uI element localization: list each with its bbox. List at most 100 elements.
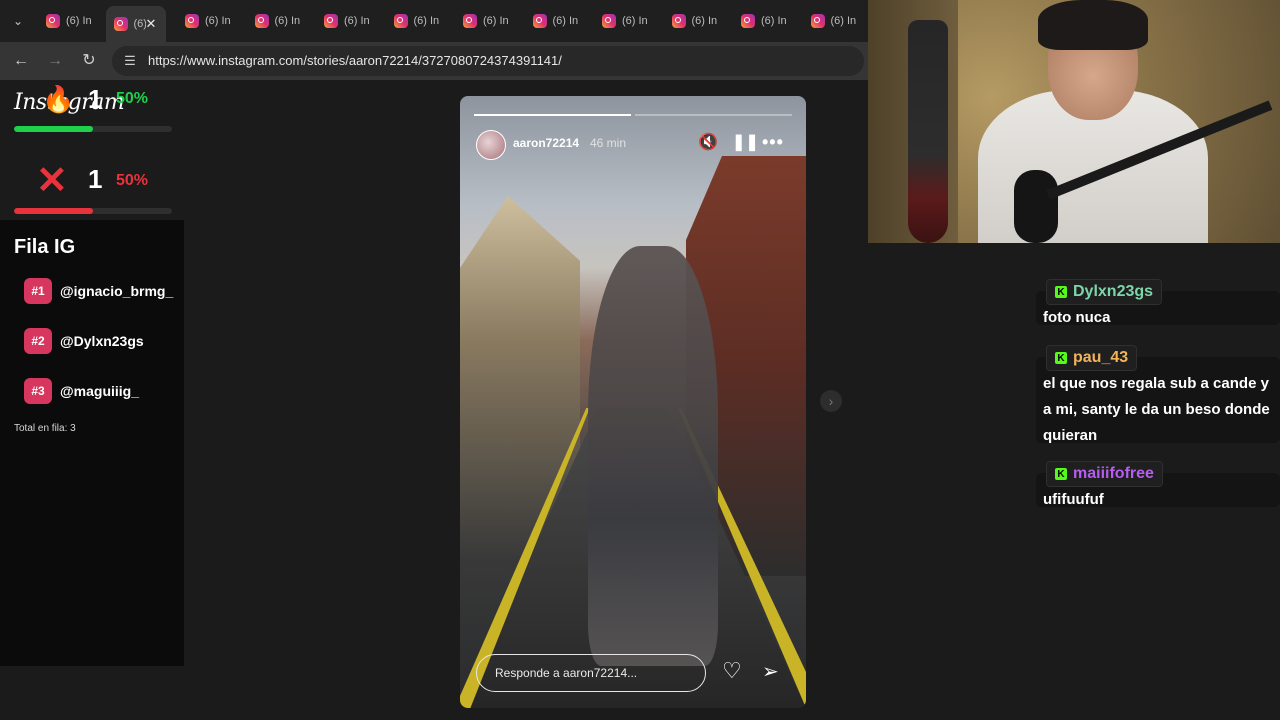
browser-tab[interactable]: (6) In: [455, 8, 519, 34]
ig-percent: 50%: [116, 90, 149, 107]
queue-total: Total en fila: 3: [14, 423, 76, 434]
next-story-arrow-icon[interactable]: ›: [820, 390, 842, 412]
x-icon: ✕: [36, 160, 68, 202]
queue-username: @ignacio_brmg_: [60, 283, 174, 299]
chat-username[interactable]: maiiifofree: [1073, 465, 1154, 483]
chat-text: ufifuufuf: [1043, 491, 1104, 508]
reply-input[interactable]: [476, 654, 706, 692]
browser-tab[interactable]: (6) In: [594, 8, 658, 34]
site-settings-icon[interactable]: ☰: [122, 53, 138, 69]
queue-rank-badge: #2: [24, 328, 52, 354]
queue-rank-badge: #1: [24, 278, 52, 304]
tab-title: (6) In: [66, 15, 92, 27]
chat-user-tag[interactable]: K Dylxn23gs: [1046, 279, 1163, 305]
tab-title: (6) In: [622, 15, 648, 27]
chat-user-tag[interactable]: Kpau_43: [1046, 345, 1138, 371]
forward-icon[interactable]: →: [44, 51, 66, 71]
ig-count: 1: [88, 84, 103, 114]
fire-icon: 🔥: [42, 84, 75, 114]
instagram-favicon-icon: [113, 17, 128, 31]
ig-progress-fill: [14, 126, 93, 132]
tab-title: (6) In: [413, 15, 440, 27]
chat-user-tag[interactable]: Kmaiiifofree: [1046, 461, 1163, 487]
instagram-favicon-icon: [254, 14, 269, 28]
instagram-favicon-icon: [46, 14, 60, 28]
queue-item: #2 @Dylxn23gs: [24, 328, 144, 354]
chat-message: Kpau_43 el que nos regala sub a cande y a…: [1036, 345, 1280, 444]
omnibox[interactable]: ☰ https://www.instagram.com/stories/aaro…: [112, 46, 864, 76]
webcam-microphone: [1014, 170, 1058, 243]
tab-title: (6) In: [761, 15, 787, 27]
stats-overlay: Instagram 🔥 1 50% ✕ 1 50%: [0, 80, 184, 220]
webcam-guitar: [908, 20, 948, 243]
instagram-favicon-icon: [810, 14, 825, 28]
tab-close-icon[interactable]: ✕: [146, 16, 157, 32]
tab-title: (6) In: [205, 15, 231, 27]
chat-message: K Dylxn23gs foto nuca: [1036, 279, 1280, 326]
kick-badge-icon: K: [1055, 468, 1067, 480]
story-progress-segment: [474, 114, 631, 116]
story-avatar[interactable]: [476, 130, 506, 160]
pause-icon[interactable]: ❚❚: [732, 132, 759, 152]
queue-item: #1 @ignacio_brmg_: [24, 278, 173, 304]
tab-title: (6) In: [483, 15, 509, 27]
story-viewer[interactable]: aaron72214 46 min 🔇 ❚❚ ••• ♡ ➢: [460, 96, 806, 708]
chat-username[interactable]: pau_43: [1073, 349, 1128, 367]
tab-title: (6) In: [691, 15, 718, 27]
browser-tab[interactable]: (6) In: [38, 8, 102, 34]
instagram-favicon-icon: [324, 14, 338, 28]
reload-icon[interactable]: ↻: [78, 51, 100, 71]
chat-panel: K Dylxn23gs foto nuca Kpau_43 el que nos reg…: [868, 243, 1280, 720]
browser-tab[interactable]: (6) In: [664, 8, 728, 34]
url-text[interactable]: https://www.instagram.com/stories/aaron7…: [148, 53, 562, 68]
x-progress-fill: [14, 208, 93, 214]
like-heart-icon[interactable]: ♡: [722, 658, 742, 684]
story-progress-segment: [635, 114, 792, 116]
tab-title: (6) In: [344, 15, 370, 27]
browser-tab[interactable]: (6) In: [525, 8, 589, 34]
story-username[interactable]: aaron72214: [513, 136, 579, 150]
tab-bar: ⌄ (6) In (6) I✕ (6) In (6) In (6) In (6) In (6…: [0, 0, 868, 42]
tab-title: (6) In: [830, 15, 857, 27]
chat-message: Kmaiiifofree ufifuufuf: [1036, 461, 1280, 508]
queue-panel: Fila IG #1 @ignacio_brmg_ #2 @Dylxn23gs #3 @m…: [0, 220, 184, 666]
browser-tab[interactable]: (6) In: [386, 8, 450, 34]
queue-rank-badge: #3: [24, 378, 52, 404]
story-time: 46 min: [590, 136, 627, 150]
kick-badge-icon: K: [1055, 352, 1067, 364]
more-options-icon[interactable]: •••: [762, 132, 784, 153]
story-photo-person: [588, 246, 718, 666]
chat-text: foto nuca: [1043, 309, 1111, 326]
address-bar: ← → ↻ ☰ https://www.instagram.com/storie…: [0, 42, 868, 80]
x-percent: 50%: [116, 172, 149, 189]
instagram-favicon-icon: [741, 14, 755, 28]
x-count: 1: [88, 164, 103, 194]
instagram-favicon-icon: [602, 14, 616, 28]
browser-tab[interactable]: (6) In: [247, 8, 311, 34]
tab-search-icon[interactable]: ⌄: [8, 11, 28, 31]
browser-tab[interactable]: (6) In: [733, 8, 797, 34]
instagram-favicon-icon: [532, 14, 547, 28]
send-icon[interactable]: ➢: [762, 659, 779, 684]
x-progress-bar: [14, 208, 172, 214]
webcam-hair: [1038, 0, 1148, 50]
queue-item: #3 @maguiiig_: [24, 378, 139, 404]
chat-username[interactable]: Dylxn23gs: [1073, 283, 1153, 301]
tab-title: (6) I: [133, 18, 146, 30]
back-icon[interactable]: ←: [10, 51, 32, 71]
browser-tab[interactable]: (6) I✕: [105, 6, 166, 42]
instagram-favicon-icon: [463, 14, 477, 28]
tab-title: (6) In: [552, 15, 579, 27]
story-progress-fill: [474, 114, 631, 116]
browser-tab[interactable]: (6) In: [316, 8, 380, 34]
queue-title: Fila IG: [14, 236, 76, 258]
kick-badge-icon: K: [1055, 286, 1067, 298]
queue-username: @maguiiig_: [60, 383, 139, 399]
mute-icon[interactable]: 🔇: [698, 132, 718, 152]
ig-progress-bar: [14, 126, 172, 132]
webcam-feed: [868, 0, 1280, 243]
browser-tab[interactable]: (6) In: [177, 8, 241, 34]
instagram-favicon-icon: [185, 14, 199, 28]
queue-username: @Dylxn23gs: [60, 333, 144, 349]
browser-tab[interactable]: (6) In: [803, 8, 867, 34]
